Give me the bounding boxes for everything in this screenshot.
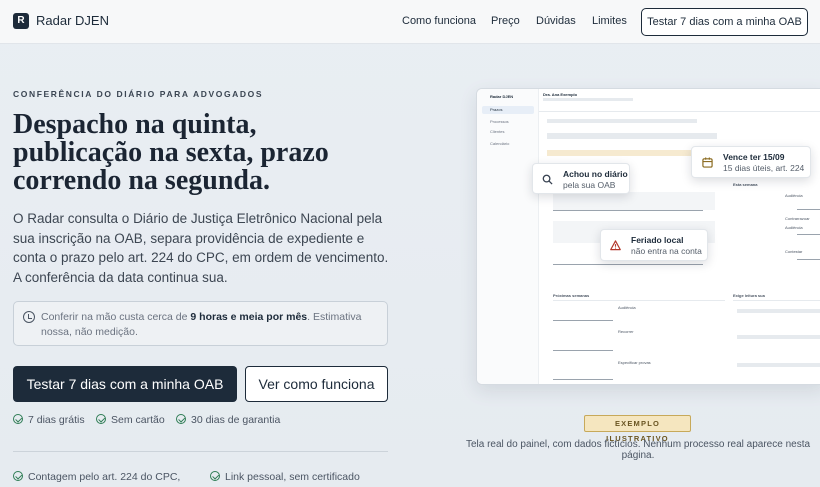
nav-limites[interactable]: Limites (592, 15, 627, 27)
list-divider (797, 259, 820, 260)
sidebar-item-calendario: Calendário (490, 141, 510, 146)
read-title: Exige leitura sua (733, 293, 765, 298)
check-guarantee: 30 dias de garantia (176, 414, 280, 426)
eyebrow: CONFERÊNCIA DO DIÁRIO PARA ADVOGADOS (13, 89, 264, 99)
week-row-label: Audiência (618, 305, 636, 310)
card-holiday-title: Feriado local (631, 235, 684, 245)
panel-divider (553, 300, 725, 301)
sidebar-item-prazos: Prazos (482, 106, 534, 114)
check-free-trial: 7 dias grátis (13, 414, 85, 426)
row-label: Contrarrazoar (785, 216, 810, 221)
lead-paragraph: O Radar consulta o Diário de Justiça Ele… (13, 211, 389, 285)
clock-icon (23, 311, 35, 323)
header-cta-button[interactable]: Testar 7 dias com a minha OAB (641, 8, 808, 36)
nav-como-funciona[interactable]: Como funciona (402, 15, 476, 27)
check-personal-link: Link pessoal, sem certificado (210, 471, 360, 483)
estimate-text: Conferir na mão custa cerca de 9 horas e… (41, 311, 362, 338)
list-divider (797, 234, 820, 235)
calendar-icon (702, 157, 713, 168)
check-icon (13, 471, 23, 481)
card-local-holiday: Feriado local não entra na conta (600, 229, 708, 261)
row-label: Contestar (785, 249, 803, 254)
list-divider (553, 379, 613, 380)
check-icon (96, 414, 106, 424)
read-row (737, 363, 820, 367)
card-found-title: Achou no diário (563, 169, 628, 179)
card-found-subtitle: pela sua OAB (563, 180, 616, 190)
brand-name[interactable]: Radar DJEN (36, 13, 109, 28)
toolbar-line (539, 111, 820, 112)
list-divider (553, 320, 613, 321)
sidebar-item-processos: Processos (490, 119, 509, 124)
card-due-title: Vence ter 15/09 (723, 152, 785, 162)
row-label: Audiência (785, 225, 803, 230)
panel-divider (733, 300, 820, 301)
card-due-subtitle: 15 dias úteis, art. 224 (723, 163, 805, 173)
card-due-date: Vence ter 15/09 15 dias úteis, art. 224 (691, 146, 811, 178)
start-trial-button[interactable]: Testar 7 dias com a minha OAB (13, 366, 237, 402)
list-divider (553, 350, 613, 351)
tab-row (547, 133, 717, 139)
check-icon (210, 471, 220, 481)
check-icon (13, 414, 23, 424)
sidebar-brand: Radar DJEN (490, 94, 514, 99)
week-row-label: Recorrer (618, 329, 634, 334)
list-divider (797, 209, 820, 210)
user-subline (543, 98, 633, 101)
row-label: Audiência (785, 193, 803, 198)
dashboard-user: Dra. Ana Exemplo (543, 92, 578, 97)
site-header: R Radar DJEN Como funciona Preço Dúvidas… (0, 0, 820, 44)
divider (13, 451, 388, 452)
estimate-note: Conferir na mão custa cerca de 9 horas e… (13, 301, 388, 346)
illustrative-badge: EXEMPLO ILUSTRATIVO (584, 415, 691, 443)
read-row (737, 335, 820, 339)
how-it-works-button[interactable]: Ver como funciona (245, 366, 388, 402)
preview-caption: Tela real do painel, com dados fictícios… (465, 439, 811, 461)
warning-icon (610, 240, 621, 251)
logo-icon[interactable]: R (13, 13, 29, 29)
read-row (737, 309, 820, 313)
card-holiday-subtitle: não entra na conta (631, 246, 702, 256)
nav-preco[interactable]: Preço (491, 15, 520, 27)
week-row-label: Especificar provas (618, 360, 651, 365)
nav-duvidas[interactable]: Dúvidas (536, 15, 576, 27)
search-icon (542, 174, 553, 185)
dashboard-sidebar: Radar DJEN Prazos Processos Clientes Cal… (477, 89, 539, 384)
list-item (553, 192, 715, 210)
page-title: Despacho na quinta, publicação na sexta,… (13, 109, 329, 196)
check-icon (176, 414, 186, 424)
list-divider (553, 210, 703, 211)
check-art-224: Contagem pelo art. 224 do CPC, (13, 471, 180, 483)
list-divider (553, 264, 703, 265)
weeks-title: Próximas semanas (553, 293, 590, 298)
card-found-in-diary: Achou no diário pela sua OAB (532, 163, 630, 194)
sidebar-item-clientes: Clientes (490, 129, 505, 134)
check-no-card: Sem cartão (96, 414, 165, 426)
toolbar-filters (547, 119, 697, 123)
right-col-title: Esta semana (733, 182, 758, 187)
